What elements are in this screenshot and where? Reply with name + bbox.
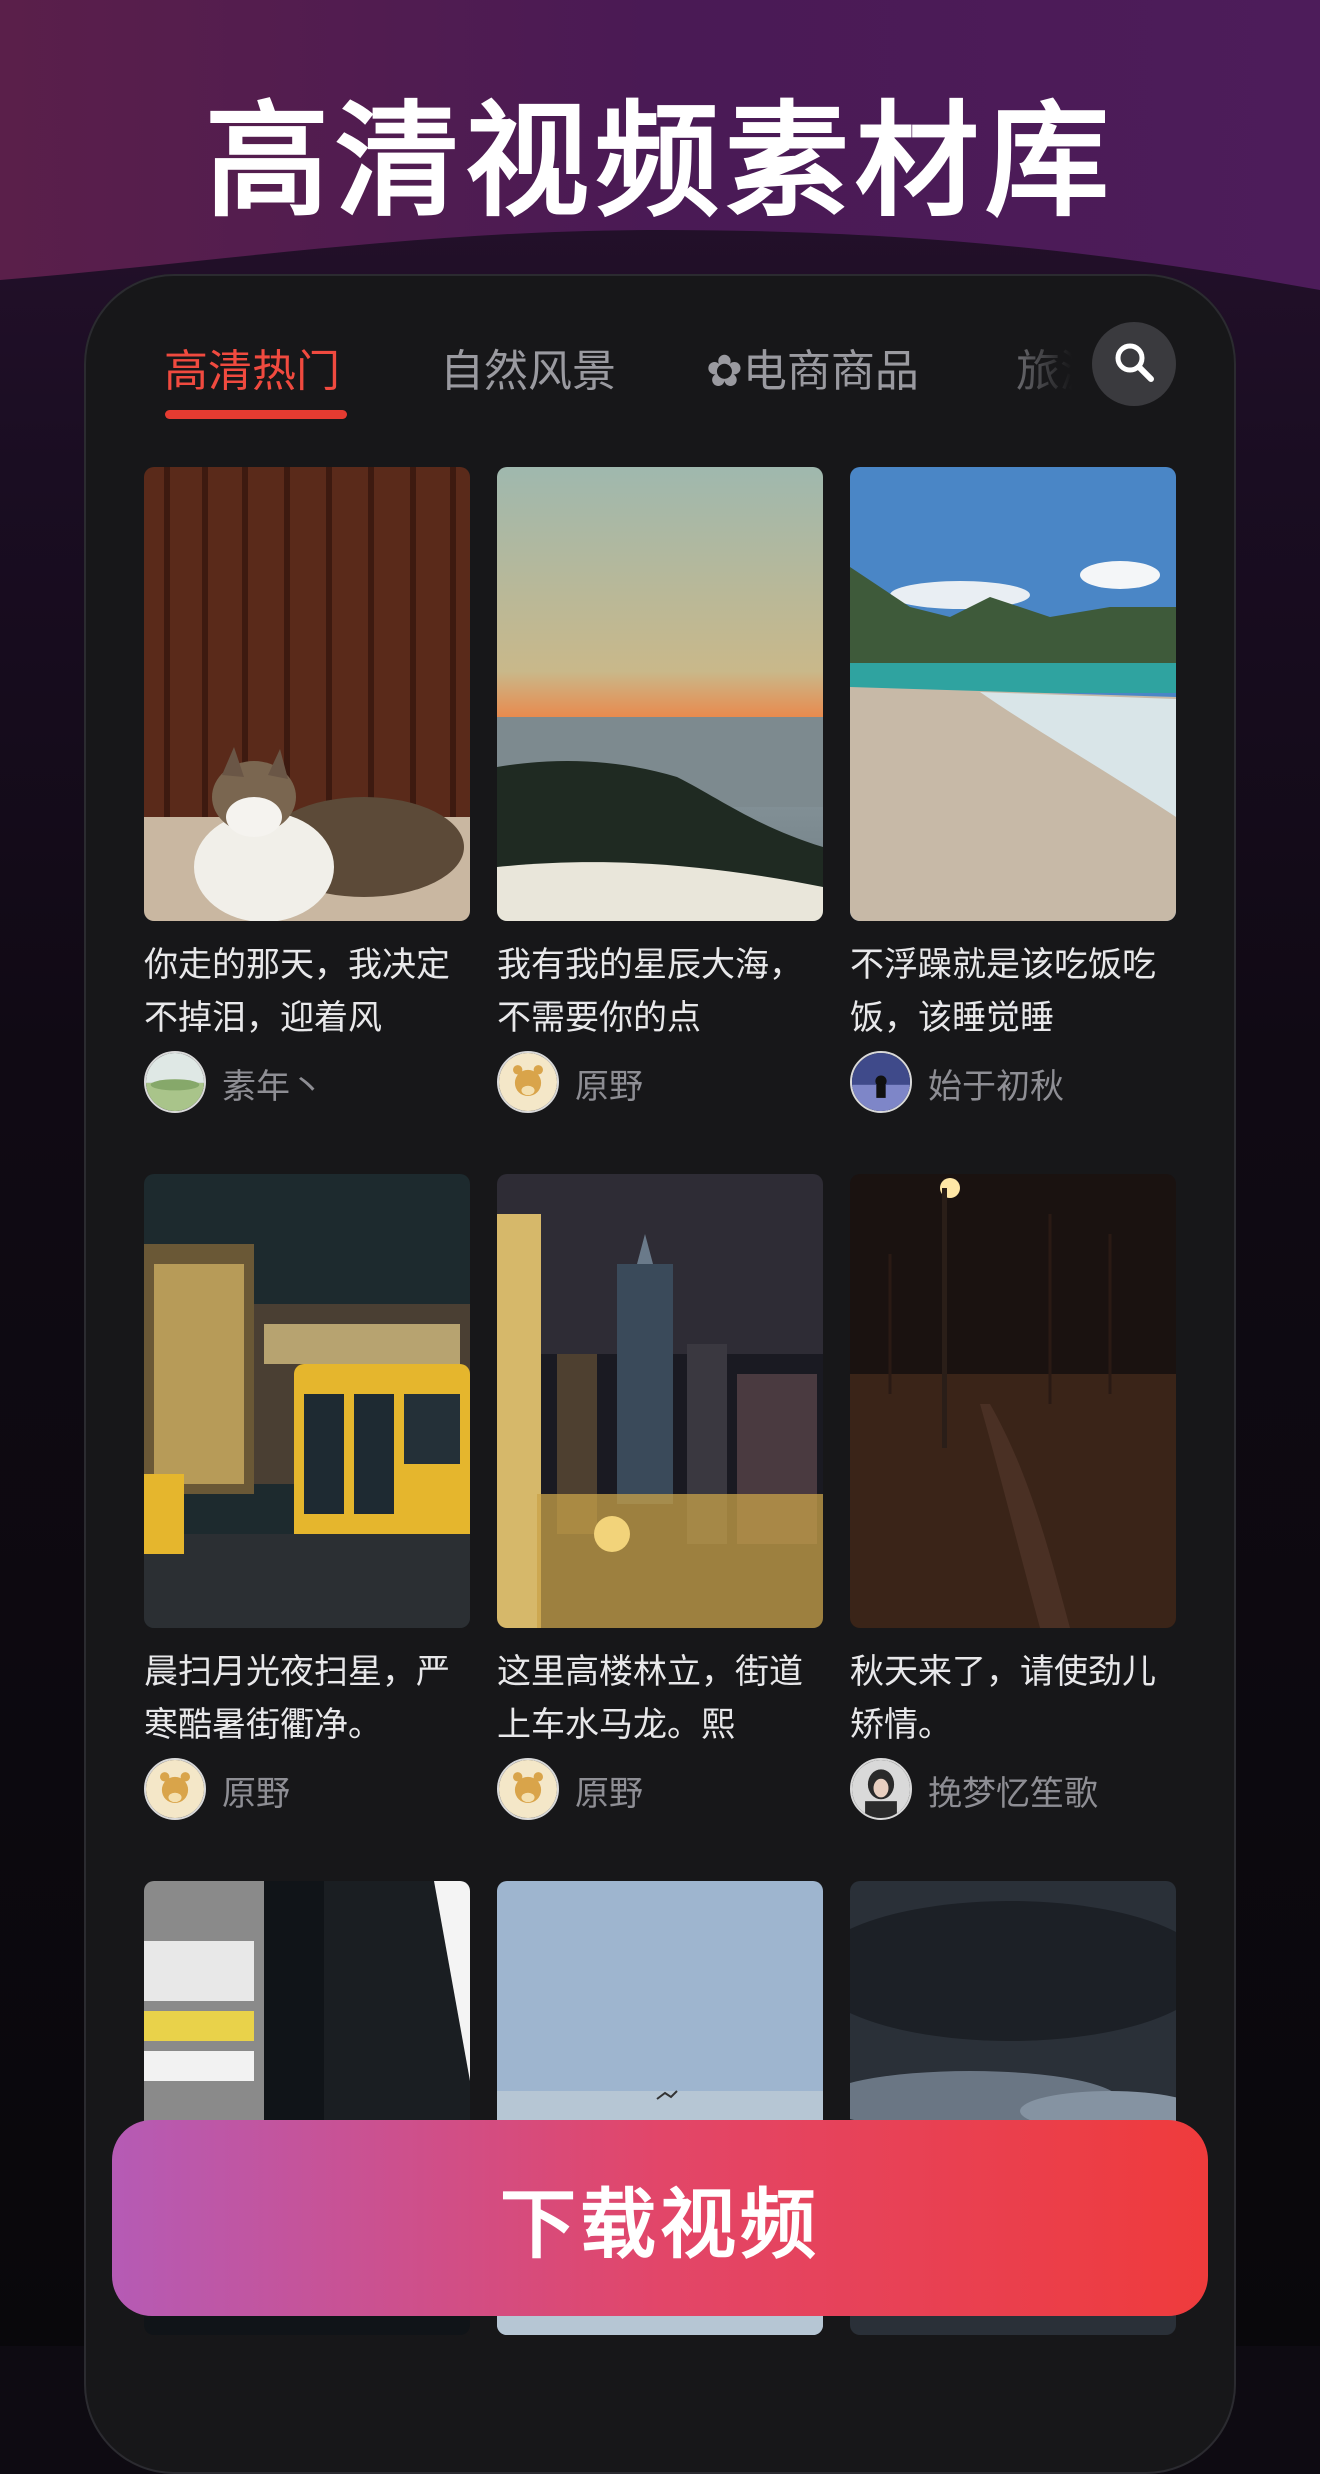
author-row[interactable]: 始于初秋 <box>850 1051 1176 1119</box>
author-name: 始于初秋 <box>928 1067 1064 1107</box>
author-row[interactable]: 原野 <box>497 1051 823 1119</box>
author-name: 素年丶 <box>222 1067 324 1107</box>
video-thumbnail[interactable] <box>850 1174 1176 1628</box>
video-thumbnail[interactable] <box>144 1174 470 1628</box>
video-thumbnail[interactable] <box>850 467 1176 921</box>
tab-hd-popular[interactable]: 高清热门 <box>164 334 340 414</box>
avatar <box>497 1758 559 1820</box>
author-row[interactable]: 原野 <box>497 1758 823 1826</box>
avatar <box>497 1051 559 1113</box>
tab-ecommerce-products[interactable]: ✿电商商品 <box>706 334 919 414</box>
video-caption: 晨扫月光夜扫星，严寒酷暑街衢净。 <box>144 1652 450 1745</box>
tabs-fade-overlay <box>984 314 1094 434</box>
download-video-button[interactable]: 下载视频 <box>112 2120 1208 2316</box>
video-caption: 秋天来了，请使劲儿矫情。 <box>850 1652 1156 1745</box>
avatar <box>144 1051 206 1113</box>
video-thumbnail[interactable] <box>144 467 470 921</box>
video-caption: 不浮躁就是该吃饭吃饭，该睡觉睡 <box>850 945 1156 1038</box>
author-name: 原野 <box>575 1774 643 1814</box>
author-name: 挽梦忆笙歌 <box>928 1774 1098 1814</box>
video-caption: 这里高楼林立，街道上车水马龙。熙 <box>497 1652 803 1745</box>
author-name: 原野 <box>575 1067 643 1107</box>
video-thumbnail[interactable] <box>497 1174 823 1628</box>
author-row[interactable]: 挽梦忆笙歌 <box>850 1758 1176 1826</box>
video-thumbnail[interactable] <box>497 467 823 921</box>
tab-nature-scenery[interactable]: 自然风景 <box>440 334 616 414</box>
avatar <box>144 1758 206 1820</box>
avatar <box>850 1758 912 1820</box>
promo-headline: 高清视频素材库 <box>204 90 1115 234</box>
download-button-label: 下载视频 <box>500 2180 820 2269</box>
video-caption: 我有我的星辰大海，不需要你的点 <box>497 945 803 1038</box>
avatar <box>850 1051 912 1113</box>
video-caption: 你走的那天，我决定不掉泪，迎着风 <box>144 945 450 1038</box>
search-icon <box>1112 340 1156 388</box>
author-row[interactable]: 素年丶 <box>144 1051 470 1119</box>
author-name: 原野 <box>222 1774 290 1814</box>
category-tabs: 高清热门 自然风景 ✿电商商品 旅游 <box>84 334 1084 414</box>
author-row[interactable]: 原野 <box>144 1758 470 1826</box>
active-tab-indicator <box>165 410 347 419</box>
search-button[interactable] <box>1092 322 1176 406</box>
